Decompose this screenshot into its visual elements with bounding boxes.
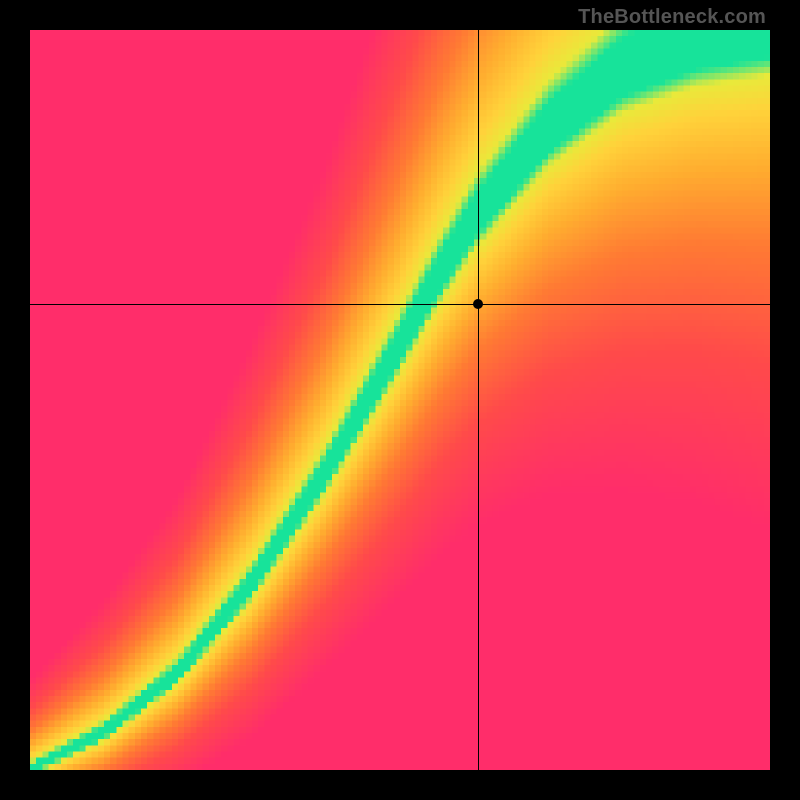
crosshair-vertical — [478, 30, 479, 770]
crosshair-marker-dot — [473, 299, 483, 309]
crosshair-horizontal — [30, 304, 770, 305]
watermark-text: TheBottleneck.com — [578, 6, 766, 29]
heatmap-plot — [30, 30, 770, 770]
heatmap-canvas — [30, 30, 770, 770]
outer-frame: TheBottleneck.com — [0, 0, 800, 800]
